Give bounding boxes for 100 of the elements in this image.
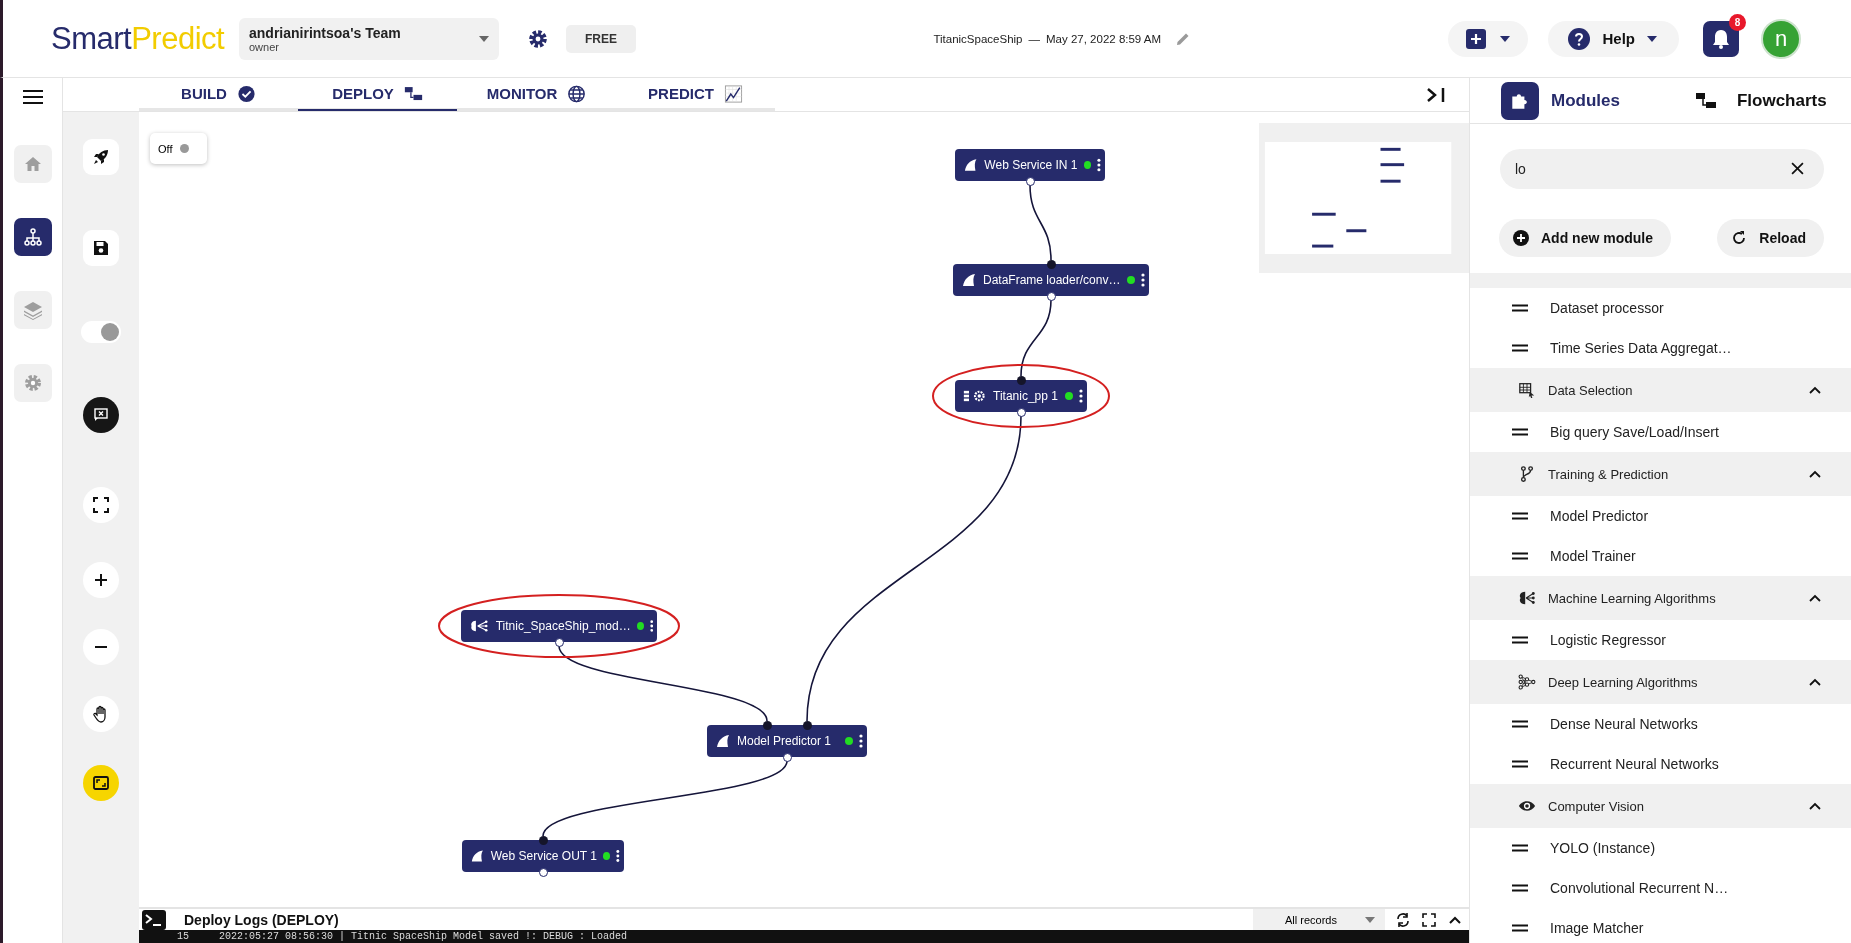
more-icon[interactable] <box>1141 273 1145 287</box>
flow-node[interactable]: Web Service IN 1 <box>955 149 1105 181</box>
processor-gear-icon <box>963 388 987 404</box>
live-toggle[interactable]: Off <box>150 133 207 164</box>
module-group-header[interactable]: Data Selection <box>1470 368 1851 412</box>
drag-handle-icon <box>1512 924 1528 932</box>
fullscreen-icon[interactable] <box>83 487 119 523</box>
refresh-icon[interactable] <box>1395 911 1411 928</box>
drag-handle-icon <box>1512 304 1528 312</box>
drag-handle-icon <box>1512 760 1528 768</box>
flow-node[interactable]: Titanic_pp 1 <box>955 380 1087 412</box>
hierarchy-icon[interactable] <box>13 218 52 256</box>
flow-node[interactable]: DataFrame loader/conv… <box>953 264 1149 296</box>
output-port[interactable] <box>1046 291 1056 301</box>
output-port[interactable] <box>554 637 564 647</box>
more-icon[interactable] <box>649 619 653 633</box>
flow-node[interactable]: Web Service OUT 1 <box>462 840 624 872</box>
log-line-number: 15 <box>177 930 189 943</box>
zoom-in-icon[interactable] <box>83 562 119 598</box>
notifications-button[interactable] <box>1703 20 1739 57</box>
settings-icon[interactable] <box>527 27 549 50</box>
module-item[interactable]: Time Series Data Aggregat… <box>1470 328 1851 368</box>
notification-count: 8 <box>1729 13 1746 31</box>
more-icon[interactable] <box>1097 158 1101 172</box>
output-port[interactable] <box>1016 407 1026 417</box>
module-group-header[interactable]: Computer Vision <box>1470 784 1851 828</box>
output-port[interactable] <box>782 752 792 762</box>
rocket-icon[interactable] <box>83 139 119 175</box>
search-field[interactable]: lo <box>1500 149 1824 189</box>
tab[interactable]: PREDICT <box>616 78 775 111</box>
caret-icon <box>1647 35 1657 42</box>
brain-network-icon <box>1518 589 1536 607</box>
toggle-thumb[interactable] <box>101 323 119 341</box>
module-item[interactable]: Image Matcher <box>1470 908 1851 943</box>
module-item[interactable]: Dataset processor <box>1470 288 1851 328</box>
node-label: DataFrame loader/conv… <box>983 273 1121 287</box>
add-module-button[interactable]: Add new module <box>1499 219 1671 257</box>
fin-icon <box>470 848 485 864</box>
more-icon[interactable] <box>859 734 863 748</box>
input-port[interactable] <box>762 720 772 730</box>
log-line: 2022:05:27 08:56:30 | Titnic SpaceShip Model saved !: DEBUG : Loaded <box>219 930 628 943</box>
add-menu-button[interactable] <box>1448 20 1529 57</box>
module-item[interactable]: Model Trainer <box>1470 536 1851 576</box>
node-label: Titanic_pp 1 <box>993 389 1059 403</box>
input-port[interactable] <box>1016 375 1026 385</box>
module-item[interactable]: Model Predictor <box>1470 496 1851 536</box>
module-group-header[interactable]: Training & Prediction <box>1470 452 1851 496</box>
module-group-header[interactable]: Machine Learning Algorithms <box>1470 576 1851 620</box>
fin-icon <box>961 272 977 288</box>
layers-icon[interactable] <box>13 291 52 329</box>
menu-icon[interactable] <box>22 89 43 105</box>
project-date: May 27, 2022 8:59 AM <box>1046 32 1162 45</box>
panel-tab[interactable]: Flowcharts <box>1680 80 1833 121</box>
more-icon[interactable] <box>616 849 620 863</box>
output-port[interactable] <box>538 867 548 877</box>
flow-node[interactable]: Model Predictor 1 <box>707 725 867 757</box>
caret-icon <box>1500 35 1511 42</box>
plus-square-icon <box>1466 28 1487 49</box>
module-item[interactable]: Big query Save/Load/Insert <box>1470 412 1851 452</box>
fit-screen-icon[interactable] <box>83 765 119 801</box>
fin-icon <box>715 733 731 749</box>
module-group-header[interactable]: Deep Learning Algorithms <box>1470 660 1851 704</box>
module-item[interactable]: Logistic Regressor <box>1470 620 1851 660</box>
more-icon[interactable] <box>1079 389 1083 403</box>
message-x-icon[interactable] <box>83 397 119 433</box>
input-port[interactable] <box>1046 259 1056 269</box>
module-item[interactable]: Dense Neural Networks <box>1470 704 1851 744</box>
panel-tab[interactable]: Modules <box>1495 80 1626 121</box>
drag-handle-icon <box>1512 344 1528 352</box>
flowchart-icon <box>403 84 423 103</box>
log-filter-dropdown[interactable]: All records <box>1253 909 1385 930</box>
branch-icon <box>1518 465 1536 483</box>
input-port[interactable] <box>538 835 548 845</box>
node-label: Titnic_SpaceShip_mod… <box>495 619 631 633</box>
output-port[interactable] <box>1025 176 1035 186</box>
save-icon[interactable] <box>83 230 119 266</box>
flowchart-icon <box>1694 90 1717 111</box>
clear-icon[interactable] <box>1791 162 1804 175</box>
collapse-panel-icon[interactable] <box>1425 86 1447 103</box>
input-port[interactable] <box>802 720 812 730</box>
flow-node[interactable]: Titnic_SpaceShip_mod… <box>461 610 657 642</box>
bell-icon <box>1710 27 1732 50</box>
module-item[interactable]: Recurrent Neural Networks <box>1470 744 1851 784</box>
fullscreen-icon[interactable] <box>1421 911 1437 928</box>
tab[interactable]: MONITOR <box>457 78 616 111</box>
fin-icon <box>963 157 979 173</box>
reload-button[interactable]: Reload <box>1717 219 1824 257</box>
help-button[interactable]: Help <box>1548 20 1679 57</box>
plan-button[interactable]: FREE <box>566 24 636 53</box>
tab[interactable]: BUILD <box>139 78 298 111</box>
drag-handle-icon <box>1512 636 1528 644</box>
toggle-switch[interactable] <box>81 321 121 343</box>
logo: SmartPredict <box>51 20 226 57</box>
drag-handle-icon <box>1512 844 1528 852</box>
hand-icon[interactable] <box>83 696 119 732</box>
home-icon[interactable] <box>13 145 52 183</box>
team-selector[interactable]: andrianirintsoa's Team owner <box>239 17 499 60</box>
brain-network-icon <box>469 618 490 634</box>
module-item[interactable]: Convolutional Recurrent N… <box>1470 868 1851 908</box>
module-item[interactable]: YOLO (Instance) <box>1470 828 1851 868</box>
